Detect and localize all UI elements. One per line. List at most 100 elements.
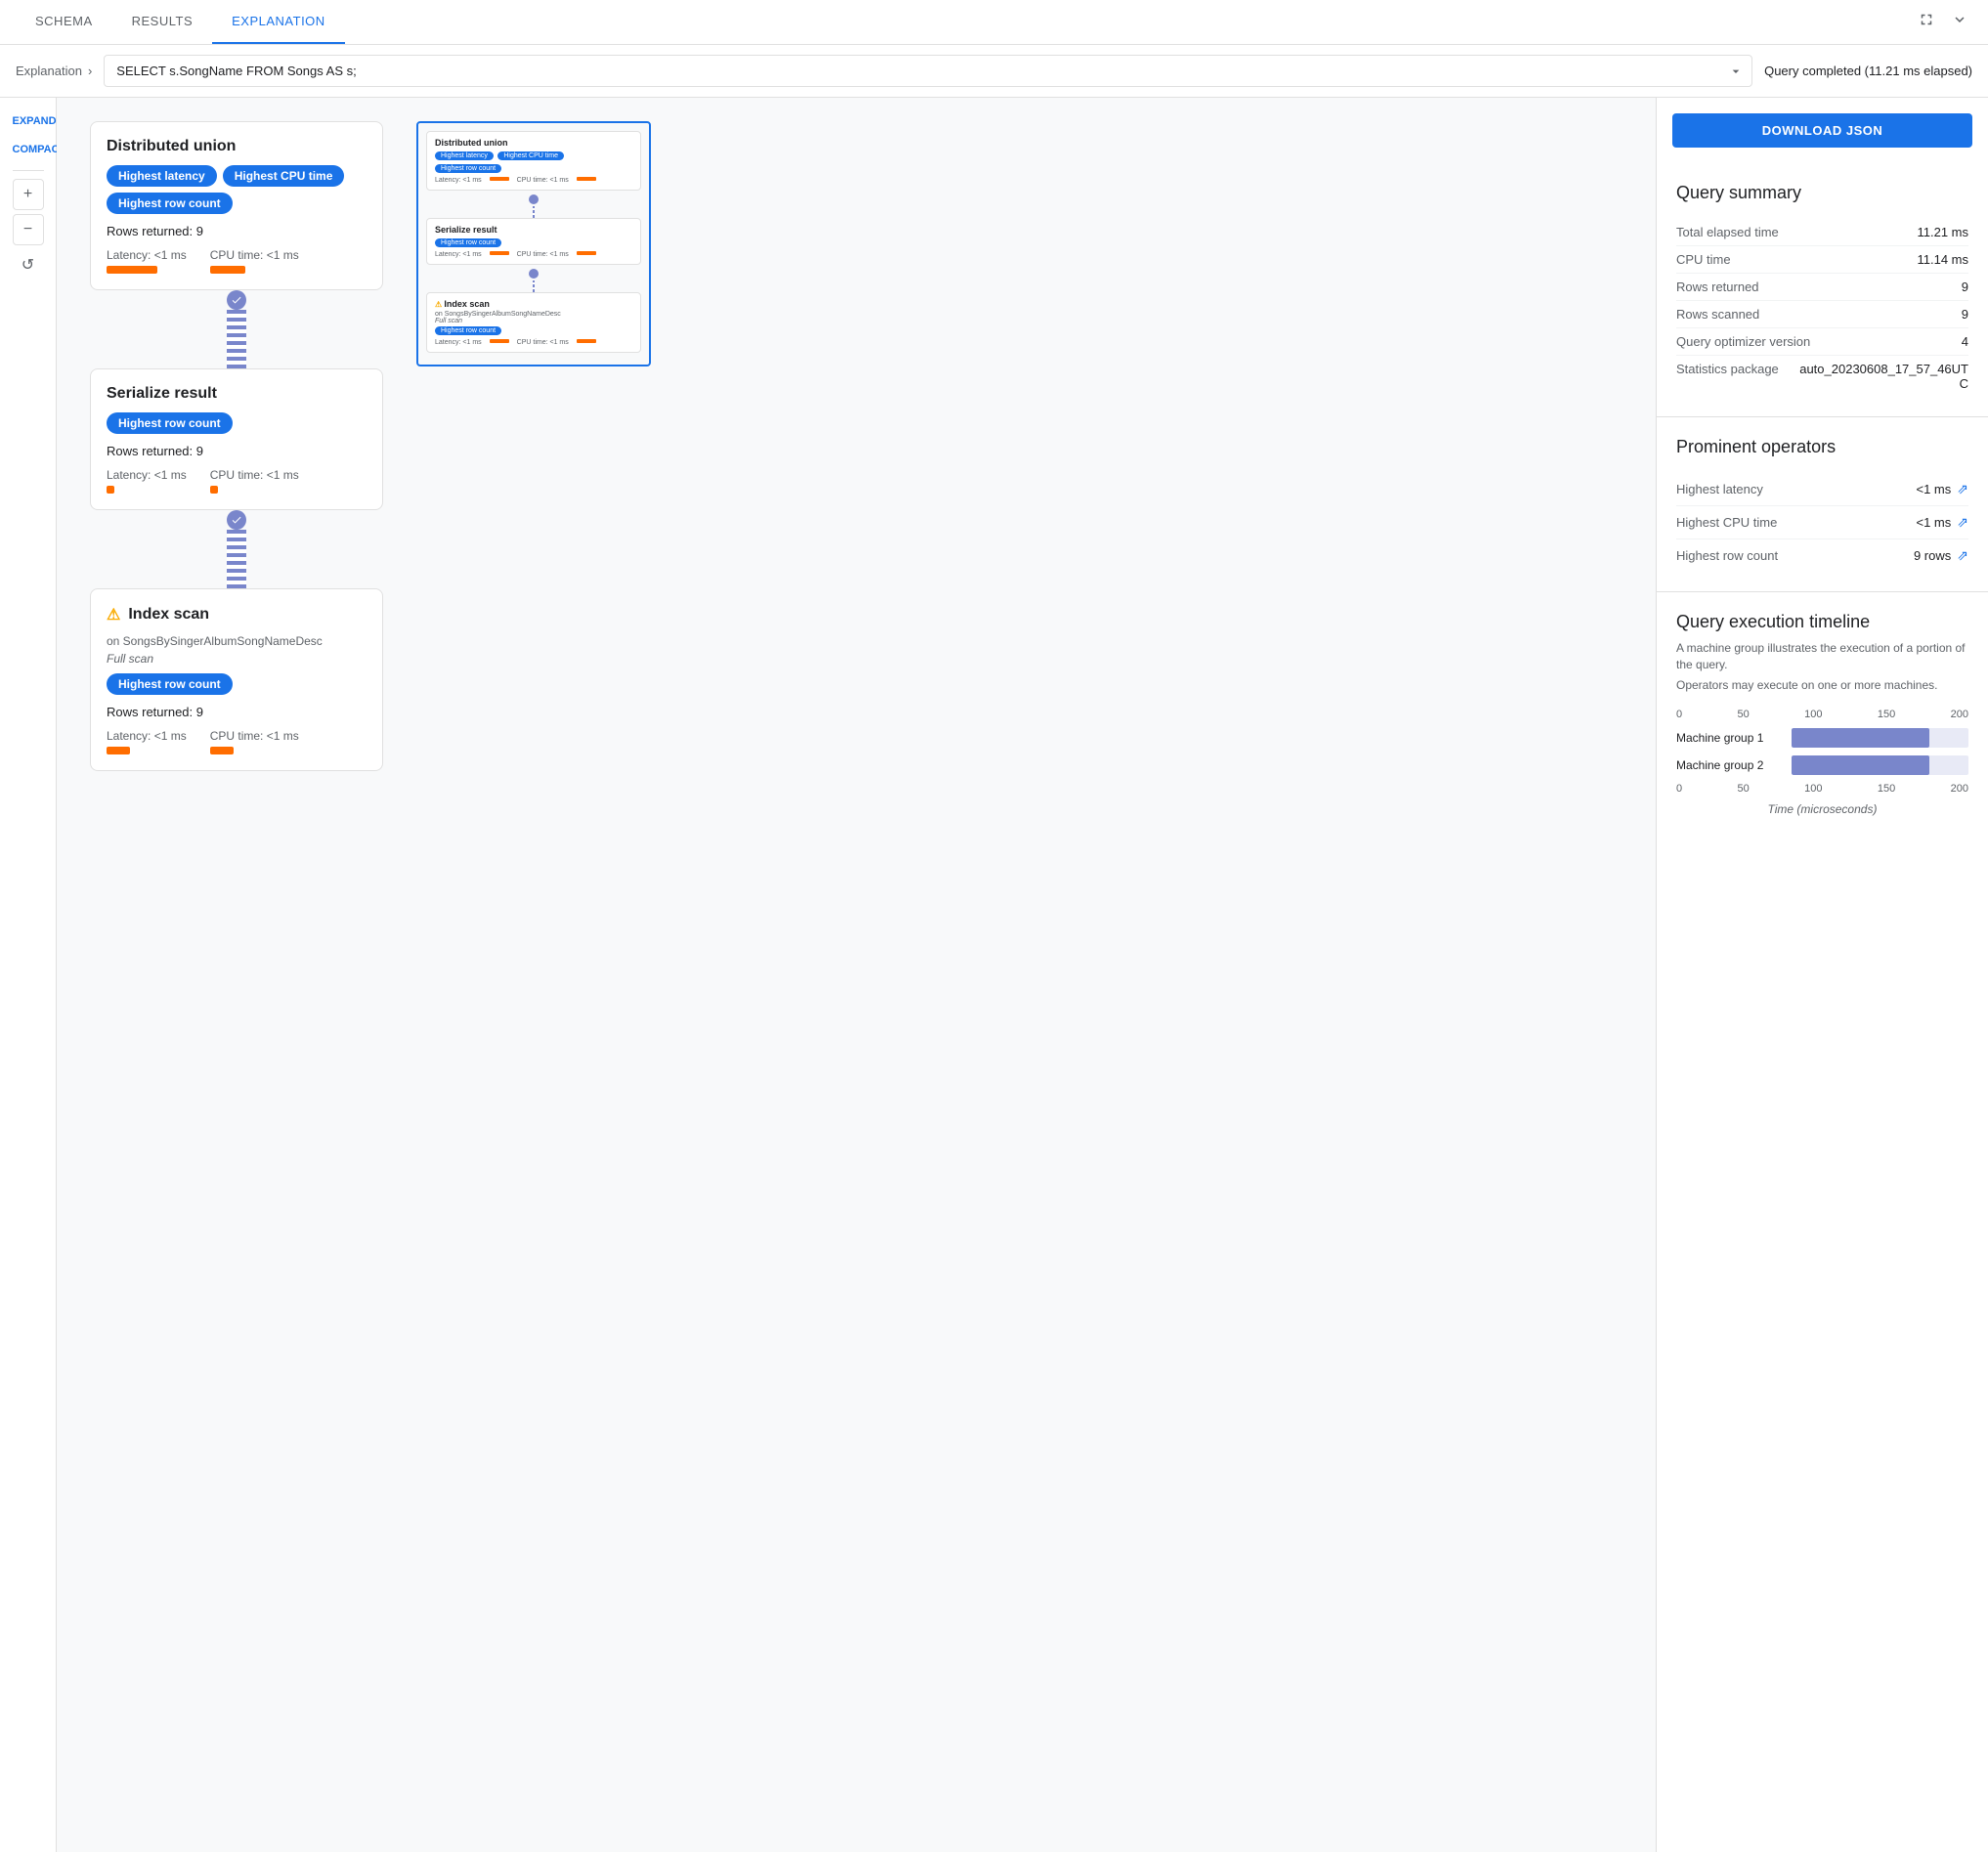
mini-latency-label-1: Latency: <1 ms <box>435 177 482 184</box>
summary-value-5: auto_20230608_17_57_46UTC <box>1793 362 1968 391</box>
node-italic-index-scan: Full scan <box>107 652 367 666</box>
mini-italic-3: Full scan <box>435 318 632 324</box>
tabs-bar: SCHEMA RESULTS EXPLANATION <box>0 0 1988 45</box>
badge-highest-latency[interactable]: Highest latency <box>107 165 217 187</box>
bar-track-1 <box>1792 755 1968 775</box>
node-index-scan[interactable]: ⚠ Index scan on SongsBySingerAlbumSongNa… <box>90 588 383 771</box>
badge-highest-row-count-2[interactable]: Highest row count <box>107 412 233 434</box>
node-serialize-result[interactable]: Serialize result Highest row count Rows … <box>90 368 383 510</box>
summary-row-1: CPU time 11.14 ms <box>1676 246 1968 274</box>
connector-dot-1 <box>227 290 246 310</box>
mini-warning-icon: ⚠ <box>435 300 444 309</box>
toolbar-divider <box>13 170 44 171</box>
main-layout: EXPANDED COMPACT + − ↺ Distributed union… <box>0 98 1988 1852</box>
summary-value-3: 9 <box>1962 307 1968 322</box>
query-summary-title: Query summary <box>1676 183 1968 203</box>
prominent-label-0: Highest latency <box>1676 482 1763 496</box>
breadcrumb-label: Explanation <box>16 64 82 78</box>
timeline-title: Query execution timeline <box>1676 612 1968 632</box>
download-json-btn[interactable]: DOWNLOAD JSON <box>1672 113 1972 148</box>
mini-badge-rows-3: Highest row count <box>435 326 501 335</box>
reset-btn[interactable]: ↺ <box>13 249 44 280</box>
badge-highest-row-count-3[interactable]: Highest row count <box>107 673 233 695</box>
compact-btn[interactable]: COMPACT <box>5 138 52 162</box>
connector-1 <box>227 290 246 368</box>
mini-cpu-label-1: CPU time: <1 ms <box>517 177 569 184</box>
mini-metrics-2: Latency: <1 ms CPU time: <1 ms <box>435 251 632 258</box>
tab-schema[interactable]: SCHEMA <box>16 0 112 44</box>
timeline-section: Query execution timeline A machine group… <box>1657 592 1988 836</box>
prominent-operators-section: Prominent operators Highest latency <1 m… <box>1657 417 1988 592</box>
chart-bars: Machine group 1 Machine group 2 <box>1676 728 1968 775</box>
summary-label-2: Rows returned <box>1676 280 1759 294</box>
latency-label-1: Latency: <1 ms <box>107 248 187 262</box>
metric-latency-1: Latency: <1 ms <box>107 248 187 274</box>
node-subtitle-index-scan: on SongsBySingerAlbumSongNameDesc <box>107 634 367 648</box>
breadcrumb: Explanation › <box>16 64 92 78</box>
bar-fill-1 <box>1792 755 1929 775</box>
zoom-out-btn[interactable]: − <box>13 214 44 245</box>
chart-x-label: Time (microseconds) <box>1676 802 1968 816</box>
metric-latency-3: Latency: <1 ms <box>107 729 187 754</box>
summary-value-2: 9 <box>1962 280 1968 294</box>
badge-highest-cpu-time[interactable]: Highest CPU time <box>223 165 345 187</box>
warning-icon: ⚠ <box>107 605 120 625</box>
expanded-btn[interactable]: EXPANDED <box>5 109 52 134</box>
link-icon-0[interactable]: ⇗ <box>1957 481 1968 497</box>
mini-badge-rows: Highest row count <box>435 164 501 173</box>
chart-axis-top: 0 50 100 150 200 <box>1676 709 1968 720</box>
axis-50: 50 <box>1738 709 1750 720</box>
mini-metrics-3: Latency: <1 ms CPU time: <1 ms <box>435 339 632 346</box>
bar-track-0 <box>1792 728 1968 748</box>
left-toolbar: EXPANDED COMPACT + − ↺ <box>0 98 57 1852</box>
mini-badges-1: Highest latency Highest CPU time Highest… <box>435 150 632 175</box>
mini-node-3: ⚠ Index scan on SongsBySingerAlbumSongNa… <box>426 292 641 353</box>
mini-cpu-bar-1 <box>577 177 596 181</box>
mini-node-title-3: ⚠ Index scan <box>435 299 632 309</box>
mini-node-title-1: Distributed union <box>435 138 632 148</box>
query-select[interactable]: SELECT s.SongName FROM Songs AS s; <box>104 55 1752 87</box>
prominent-label-1: Highest CPU time <box>1676 515 1777 530</box>
node-distributed-union[interactable]: Distributed union Highest latency Highes… <box>90 121 383 290</box>
link-icon-1[interactable]: ⇗ <box>1957 514 1968 531</box>
metric-cpu-3: CPU time: <1 ms <box>210 729 299 754</box>
expand-icon[interactable] <box>1947 7 1972 37</box>
zoom-in-btn[interactable]: + <box>13 179 44 210</box>
flow-column: Distributed union Highest latency Highes… <box>80 121 393 1829</box>
latency-label-2: Latency: <1 ms <box>107 468 187 482</box>
right-panel: DOWNLOAD JSON Query summary Total elapse… <box>1656 98 1988 1852</box>
mini-badge-cpu: Highest CPU time <box>497 151 564 160</box>
prominent-operators-title: Prominent operators <box>1676 437 1968 457</box>
badge-highest-row-count[interactable]: Highest row count <box>107 193 233 214</box>
link-icon-2[interactable]: ⇗ <box>1957 547 1968 564</box>
summary-row-5: Statistics package auto_20230608_17_57_4… <box>1676 356 1968 397</box>
connector-striped-1 <box>227 310 246 368</box>
prominent-value-2: 9 rows ⇗ <box>1914 547 1968 564</box>
connector-dot-2 <box>227 510 246 530</box>
metrics-index-scan: Latency: <1 ms CPU time: <1 ms <box>107 729 367 754</box>
summary-label-5: Statistics package <box>1676 362 1779 391</box>
prominent-label-2: Highest row count <box>1676 548 1778 563</box>
metric-cpu-2: CPU time: <1 ms <box>210 468 299 494</box>
prominent-row-2: Highest row count 9 rows ⇗ <box>1676 539 1968 572</box>
mini-latency-bar-1 <box>490 177 509 181</box>
bar-label-1: Machine group 2 <box>1676 758 1784 772</box>
tab-explanation[interactable]: EXPLANATION <box>212 0 345 44</box>
summary-row-0: Total elapsed time 11.21 ms <box>1676 219 1968 246</box>
prominent-row-0: Highest latency <1 ms ⇗ <box>1676 473 1968 506</box>
cpu-label-1: CPU time: <1 ms <box>210 248 299 262</box>
summary-label-4: Query optimizer version <box>1676 334 1810 349</box>
tab-results[interactable]: RESULTS <box>112 0 213 44</box>
fullscreen-icon[interactable] <box>1914 7 1939 37</box>
node-rows-index-scan: Rows returned: 9 <box>107 705 367 719</box>
mini-subtitle-3: on SongsBySingerAlbumSongNameDesc <box>435 311 632 318</box>
mini-node-title-2: Serialize result <box>435 225 632 235</box>
query-status: Query completed (11.21 ms elapsed) <box>1764 64 1972 78</box>
axis-100: 100 <box>1804 709 1822 720</box>
mini-cpu-bar-2 <box>577 251 596 255</box>
prominent-value-1: <1 ms ⇗ <box>1917 514 1969 531</box>
node-rows-serialize-result: Rows returned: 9 <box>107 444 367 458</box>
metrics-distributed-union: Latency: <1 ms CPU time: <1 ms <box>107 248 367 274</box>
axis-200: 200 <box>1951 709 1968 720</box>
axis-bottom-200: 200 <box>1951 783 1968 795</box>
